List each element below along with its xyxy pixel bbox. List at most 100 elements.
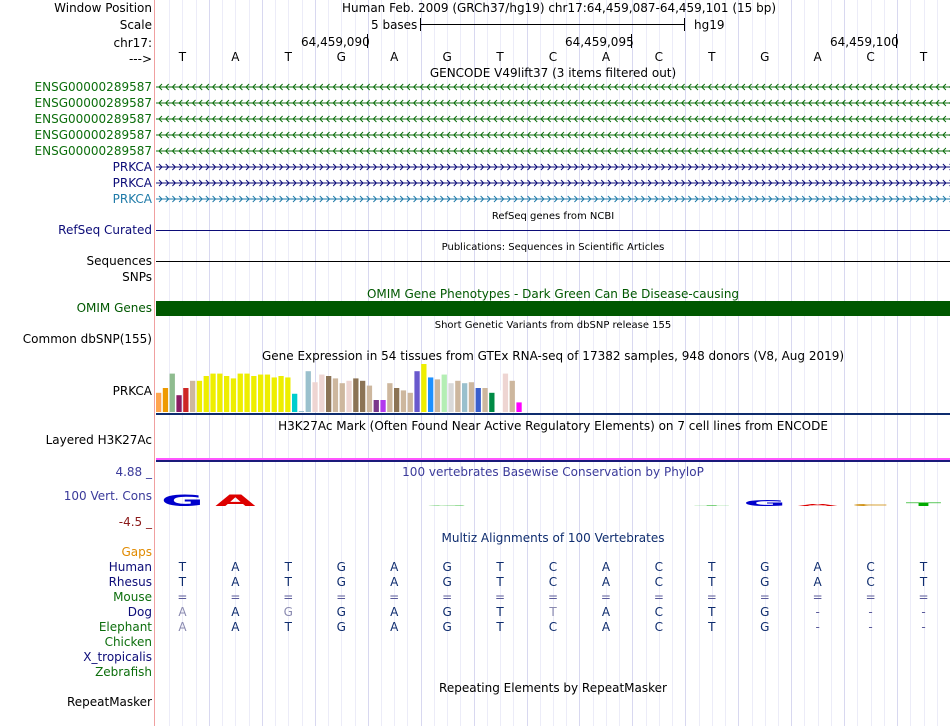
publications-line[interactable] bbox=[156, 261, 950, 262]
gtex-expression-chart[interactable] bbox=[156, 362, 556, 414]
gtex-bar[interactable] bbox=[496, 390, 502, 412]
gencode-transcript-line[interactable] bbox=[156, 114, 950, 124]
multiz-species-label[interactable]: Elephant bbox=[99, 620, 152, 634]
gtex-bar[interactable] bbox=[156, 392, 162, 412]
gtex-bar[interactable] bbox=[285, 377, 291, 412]
multiz-species-label[interactable]: Dog bbox=[128, 605, 152, 619]
gtex-bar[interactable] bbox=[230, 378, 237, 412]
phylop-track-label[interactable]: 100 Vert. Cons bbox=[64, 489, 152, 503]
gencode-transcript-line[interactable] bbox=[156, 162, 950, 172]
omim-track-title[interactable]: OMIM Gene Phenotypes - Dark Green Can Be… bbox=[156, 287, 950, 301]
gtex-bar[interactable] bbox=[380, 400, 386, 412]
gtex-bar[interactable] bbox=[455, 380, 461, 412]
omim-phenotype-bar[interactable] bbox=[156, 301, 950, 316]
gtex-bar[interactable] bbox=[251, 376, 257, 412]
gtex-bar[interactable] bbox=[305, 371, 311, 412]
multiz-species-label[interactable]: Zebrafish bbox=[95, 665, 152, 679]
gtex-bar[interactable] bbox=[400, 390, 407, 412]
gtex-gene-label[interactable]: PRKCA bbox=[113, 384, 152, 398]
gtex-bar[interactable] bbox=[482, 388, 488, 412]
h3k27ac-track-label[interactable]: Layered H3K27Ac bbox=[46, 433, 152, 447]
publications-track-label[interactable]: Sequences bbox=[87, 254, 152, 268]
gencode-track-label[interactable]: ENSG00000289587 bbox=[35, 128, 152, 142]
snps-track-label[interactable]: SNPs bbox=[122, 270, 152, 284]
gtex-bar[interactable] bbox=[353, 378, 359, 412]
gtex-bar[interactable] bbox=[509, 380, 515, 412]
gtex-bar[interactable] bbox=[339, 383, 345, 412]
gtex-bar[interactable] bbox=[169, 373, 175, 412]
h3k27ac-track-title[interactable]: H3K27Ac Mark (Often Found Near Active Re… bbox=[156, 419, 950, 433]
gencode-track-label[interactable]: ENSG00000289587 bbox=[35, 80, 152, 94]
gtex-bar[interactable] bbox=[373, 400, 379, 412]
gencode-transcript-line[interactable] bbox=[156, 82, 950, 92]
multiz-track-title[interactable]: Multiz Alignments of 100 Vertebrates bbox=[156, 531, 950, 545]
gtex-bar[interactable] bbox=[387, 383, 393, 412]
gtex-bar[interactable] bbox=[326, 376, 332, 412]
gtex-bar[interactable] bbox=[441, 374, 447, 412]
gtex-bar[interactable] bbox=[462, 383, 468, 412]
repeatmasker-track-label[interactable]: RepeatMasker bbox=[67, 695, 152, 709]
gtex-bar[interactable] bbox=[278, 376, 284, 412]
gencode-track-title[interactable]: GENCODE V49lift37 (3 items filtered out) bbox=[156, 66, 950, 80]
gtex-bar[interactable] bbox=[203, 376, 209, 412]
repeatmasker-track-title[interactable]: Repeating Elements by RepeatMasker bbox=[156, 681, 950, 695]
gtex-bar[interactable] bbox=[292, 393, 298, 412]
gencode-transcript-line[interactable] bbox=[156, 178, 950, 188]
gtex-bar[interactable] bbox=[407, 392, 413, 412]
gtex-bar[interactable] bbox=[244, 373, 250, 412]
refseq-gene-line[interactable] bbox=[156, 230, 950, 231]
gtex-bar[interactable] bbox=[434, 379, 441, 412]
gtex-bar[interactable] bbox=[190, 380, 196, 412]
gtex-bar[interactable] bbox=[258, 374, 264, 412]
gtex-bar[interactable] bbox=[176, 395, 182, 412]
gtex-bar[interactable] bbox=[360, 380, 366, 412]
multiz-species-label[interactable]: X_tropicalis bbox=[83, 650, 152, 664]
gtex-bar[interactable] bbox=[319, 374, 325, 412]
gtex-bar[interactable] bbox=[516, 402, 522, 412]
refseq-track-label[interactable]: RefSeq Curated bbox=[58, 223, 152, 237]
gtex-bar[interactable] bbox=[489, 392, 495, 412]
gtex-bar[interactable] bbox=[332, 378, 339, 412]
gencode-track-label[interactable]: ENSG00000289587 bbox=[35, 96, 152, 110]
gtex-bar[interactable] bbox=[271, 377, 277, 412]
omim-track-label[interactable]: OMIM Genes bbox=[77, 301, 152, 315]
gencode-transcript-line[interactable] bbox=[156, 146, 950, 156]
refseq-track-title[interactable]: RefSeq genes from NCBI bbox=[156, 210, 950, 224]
gtex-bar[interactable] bbox=[421, 364, 427, 412]
gtex-bar[interactable] bbox=[298, 411, 305, 412]
phylop-track-title[interactable]: 100 vertebrates Basewise Conservation by… bbox=[156, 465, 950, 479]
gtex-bar[interactable] bbox=[502, 373, 509, 412]
gtex-bar[interactable] bbox=[312, 382, 318, 412]
phylop-sequence-logo[interactable]: GAGTGACT bbox=[156, 478, 950, 508]
multiz-species-label[interactable]: Human bbox=[109, 560, 152, 574]
gtex-bar[interactable] bbox=[224, 376, 230, 412]
gtex-bar[interactable] bbox=[394, 388, 400, 412]
gtex-bar[interactable] bbox=[414, 371, 420, 412]
gencode-track-label[interactable]: ENSG00000289587 bbox=[35, 144, 152, 158]
gtex-bar[interactable] bbox=[428, 377, 434, 412]
gtex-bar[interactable] bbox=[448, 383, 454, 412]
multiz-species-label[interactable]: Rhesus bbox=[109, 575, 152, 589]
gtex-bar[interactable] bbox=[264, 374, 271, 412]
gencode-transcript-line[interactable] bbox=[156, 194, 950, 204]
multiz-species-label[interactable]: Chicken bbox=[105, 635, 152, 649]
gencode-transcript-line[interactable] bbox=[156, 130, 950, 140]
gtex-bar[interactable] bbox=[468, 382, 475, 412]
gencode-track-label[interactable]: PRKCA bbox=[113, 160, 152, 174]
gtex-bar[interactable] bbox=[346, 380, 352, 412]
publications-track-title[interactable]: Publications: Sequences in Scientific Ar… bbox=[156, 241, 950, 255]
gtex-track-title[interactable]: Gene Expression in 54 tissues from GTEx … bbox=[156, 349, 950, 363]
gtex-bar[interactable] bbox=[475, 388, 481, 412]
dbsnp-track-label[interactable]: Common dbSNP(155) bbox=[23, 332, 152, 346]
multiz-species-label[interactable]: Mouse bbox=[113, 590, 152, 604]
gtex-bar[interactable] bbox=[217, 373, 223, 412]
gtex-bar[interactable] bbox=[210, 373, 216, 412]
gtex-bar[interactable] bbox=[237, 373, 243, 412]
gtex-bar[interactable] bbox=[366, 385, 373, 412]
gencode-track-label[interactable]: ENSG00000289587 bbox=[35, 112, 152, 126]
gencode-transcript-line[interactable] bbox=[156, 98, 950, 108]
gencode-track-label[interactable]: PRKCA bbox=[113, 192, 152, 206]
dbsnp-track-title[interactable]: Short Genetic Variants from dbSNP releas… bbox=[156, 319, 950, 333]
gtex-bar[interactable] bbox=[196, 380, 203, 412]
gtex-bar[interactable] bbox=[183, 388, 189, 412]
